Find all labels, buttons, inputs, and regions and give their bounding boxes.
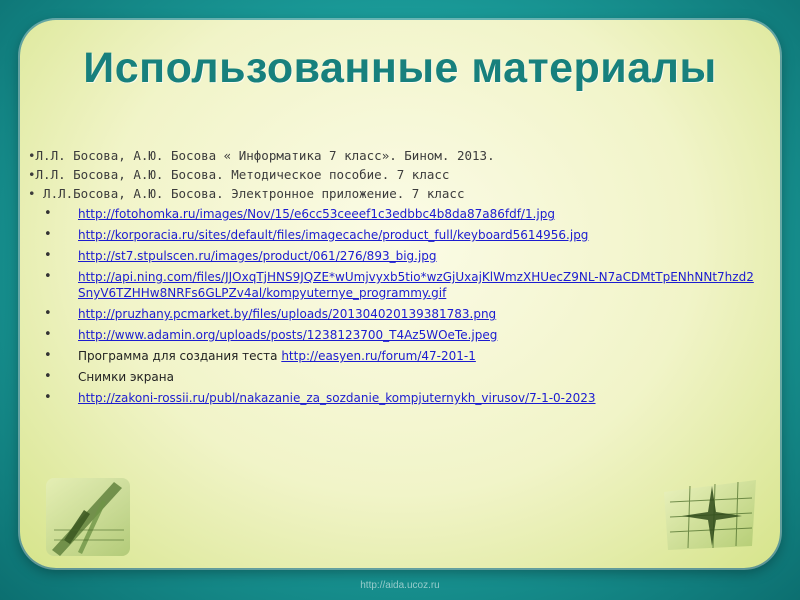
slide: Использованные материалы •Л.Л. Босова, А… <box>0 0 800 600</box>
source-link[interactable]: http://st7.stpulscen.ru/images/product/0… <box>78 249 437 263</box>
source-link[interactable]: http://zakoni-rossii.ru/publ/nakazanie_z… <box>78 391 596 405</box>
bullet-icon: • <box>44 227 52 242</box>
source-link[interactable]: http://pruzhany.pcmarket.by/files/upload… <box>78 307 496 321</box>
list-item: • http://www.adamin.org/uploads/posts/123… <box>40 327 760 343</box>
link-prefix: Программа для создания теста <box>78 349 282 363</box>
list-item: • http://pruzhany.pcmarket.by/files/uploa… <box>40 306 760 322</box>
footer-url: http://aida.ucoz.ru <box>360 580 440 591</box>
compass-rose-icon <box>664 480 756 550</box>
reference-item: •Л.Л. Босова, А.Ю. Босова « Информатика … <box>28 148 495 163</box>
source-link[interactable]: http://api.ning.com/files/JJOxqTjHNS9JQZ… <box>78 270 754 300</box>
reference-item: • Л.Л.Босова, А.Ю. Босова. Электронное п… <box>28 186 465 201</box>
reference-item: •Л.Л. Босова, А.Ю. Босова. Методическое … <box>28 167 450 182</box>
list-item: • http://st7.stpulscen.ru/images/product/… <box>40 248 760 264</box>
source-link[interactable]: http://fotohomka.ru/images/Nov/15/e6cc53… <box>78 207 555 221</box>
list-item: • http://api.ning.com/files/JJOxqTjHNS9JQ… <box>40 269 760 301</box>
source-link[interactable]: http://www.adamin.org/uploads/posts/1238… <box>78 328 497 342</box>
bullet-icon: • <box>44 306 52 321</box>
link-prefix: Снимки экрана <box>78 370 174 384</box>
link-list: • http://fotohomka.ru/images/Nov/15/e6cc5… <box>40 206 760 411</box>
bullet-icon: • <box>44 390 52 405</box>
reference-list: •Л.Л. Босова, А.Ю. Босова « Информатика … <box>28 146 768 203</box>
bullet-icon: • <box>44 206 52 221</box>
list-item: • http://fotohomka.ru/images/Nov/15/e6cc5… <box>40 206 760 222</box>
list-item: • http://korporacia.ru/sites/default/file… <box>40 227 760 243</box>
bullet-icon: • <box>44 269 52 284</box>
source-link[interactable]: http://easyen.ru/forum/47-201-1 <box>281 349 476 363</box>
bullet-icon: • <box>44 327 52 342</box>
source-link[interactable]: http://korporacia.ru/sites/default/files… <box>78 228 588 242</box>
slide-title: Использованные материалы <box>83 44 717 92</box>
drafting-tools-icon <box>46 478 130 556</box>
list-item: • http://zakoni-rossii.ru/publ/nakazanie_… <box>40 390 760 406</box>
list-item: • Снимки экрана <box>40 369 760 385</box>
bullet-icon: • <box>44 369 52 384</box>
bullet-icon: • <box>44 248 52 263</box>
list-item: • Программа для создания теста http://eas… <box>40 348 760 364</box>
bullet-icon: • <box>44 348 52 363</box>
